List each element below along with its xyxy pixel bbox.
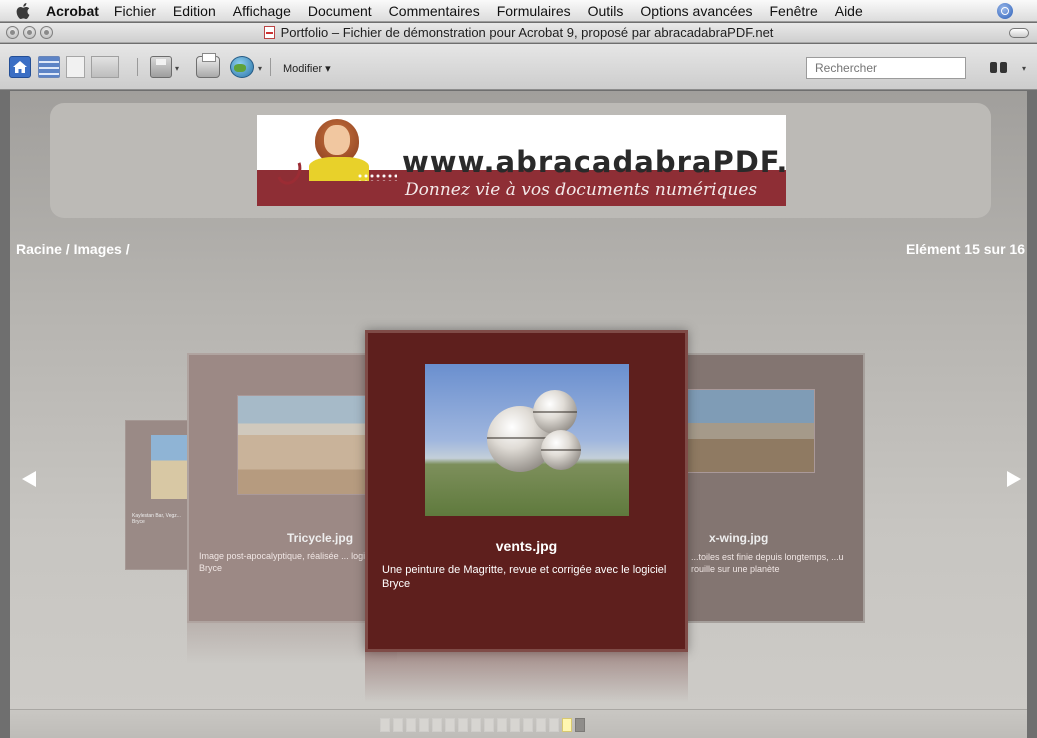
apple-icon[interactable] bbox=[0, 2, 46, 19]
page-dot[interactable] bbox=[458, 718, 468, 732]
layout-page-button[interactable] bbox=[66, 56, 85, 78]
sparkle-icon bbox=[357, 173, 397, 181]
share-dropdown-arrow[interactable]: ▾ bbox=[258, 64, 262, 86]
sphere-shape bbox=[533, 390, 577, 434]
menu-outils[interactable]: Outils bbox=[588, 3, 624, 19]
page-dot[interactable] bbox=[406, 718, 416, 732]
page-dot[interactable] bbox=[497, 718, 507, 732]
home-button[interactable] bbox=[9, 56, 31, 78]
page-dot[interactable] bbox=[510, 718, 520, 732]
share-button[interactable] bbox=[230, 56, 254, 78]
pdf-document-icon bbox=[263, 26, 275, 39]
card-reflection bbox=[365, 652, 688, 702]
file-thumbnail bbox=[237, 395, 377, 495]
layout-wide-button[interactable] bbox=[91, 56, 119, 78]
page-dot[interactable] bbox=[393, 718, 403, 732]
window-frame bbox=[1027, 91, 1037, 738]
page-dot[interactable] bbox=[484, 718, 494, 732]
page-dots bbox=[380, 718, 585, 732]
file-thumbnail bbox=[151, 435, 191, 499]
file-name: x-wing.jpg bbox=[709, 531, 769, 545]
breadcrumb[interactable]: Racine / Images / bbox=[16, 241, 130, 257]
page-dot[interactable] bbox=[549, 718, 559, 732]
toolbar: ▾ ▾ Modifier ▾ ▾ bbox=[0, 44, 1037, 90]
previous-arrow-icon[interactable] bbox=[22, 471, 36, 487]
menu-edition[interactable]: Edition bbox=[173, 3, 216, 19]
save-button[interactable] bbox=[150, 56, 172, 78]
menu-commentaires[interactable]: Commentaires bbox=[389, 3, 480, 19]
menu-affichage[interactable]: Affichage bbox=[233, 3, 291, 19]
search-options-arrow[interactable]: ▾ bbox=[1022, 64, 1026, 73]
window-titlebar: Portfolio – Fichier de démonstration pou… bbox=[0, 23, 1037, 43]
modify-menu-button[interactable]: Modifier ▾ bbox=[283, 62, 331, 75]
page-dot[interactable] bbox=[380, 718, 390, 732]
menu-fenetre[interactable]: Fenêtre bbox=[769, 3, 817, 19]
menu-bar: Acrobat Fichier Edition Affichage Docume… bbox=[0, 0, 1037, 22]
file-card-x-wing[interactable]: x-wing.jpg ...toiles est finie depuis lo… bbox=[665, 353, 865, 623]
page-indicator-strip bbox=[10, 709, 1027, 738]
page-dot[interactable] bbox=[471, 718, 481, 732]
menu-formulaires[interactable]: Formulaires bbox=[497, 3, 571, 19]
binoculars-icon[interactable] bbox=[990, 60, 1008, 74]
file-description: Image post-apocalyptique, réalisée ... l… bbox=[199, 551, 379, 573]
layout-grid-button[interactable] bbox=[38, 56, 60, 78]
portfolio-header: www.abracadabraPDF.net Donnez vie à vos … bbox=[50, 103, 991, 218]
file-thumbnail bbox=[685, 389, 815, 473]
file-description: Une peinture de Magritte, revue et corri… bbox=[382, 564, 667, 590]
file-description: Kaylestan Bar, Vegz... Bryce bbox=[132, 513, 181, 525]
window-title-text: Portfolio – Fichier de démonstration pou… bbox=[280, 25, 774, 40]
page-dot[interactable] bbox=[575, 718, 585, 732]
toolbar-separator bbox=[137, 58, 138, 76]
window-title: Portfolio – Fichier de démonstration pou… bbox=[0, 25, 1037, 40]
file-thumbnail bbox=[425, 364, 629, 516]
next-arrow-icon[interactable] bbox=[1007, 471, 1021, 487]
print-button[interactable] bbox=[196, 53, 220, 78]
abracadabra-banner-logo[interactable]: www.abracadabraPDF.net Donnez vie à vos … bbox=[257, 115, 786, 206]
page-dot-current[interactable] bbox=[562, 718, 572, 732]
menu-document[interactable]: Document bbox=[308, 3, 372, 19]
home-icon bbox=[13, 61, 27, 73]
banner-url: www.abracadabraPDF.net bbox=[402, 145, 786, 179]
banner-character-face bbox=[324, 125, 350, 155]
menu-aide[interactable]: Aide bbox=[835, 3, 863, 19]
file-card-far-left[interactable]: Kaylestan Bar, Vegz... Bryce bbox=[125, 420, 195, 570]
save-dropdown-arrow[interactable]: ▾ bbox=[175, 64, 179, 86]
spotlight-icon[interactable] bbox=[997, 3, 1013, 19]
toolbar-separator bbox=[270, 58, 271, 76]
menu-fichier[interactable]: Fichier bbox=[114, 3, 156, 19]
item-counter: Elément 15 sur 16 bbox=[905, 241, 1025, 257]
page-dot[interactable] bbox=[432, 718, 442, 732]
menu-app-acrobat[interactable]: Acrobat bbox=[46, 3, 99, 19]
window-frame bbox=[0, 91, 10, 738]
banner-tagline: Donnez vie à vos documents numériques bbox=[405, 180, 758, 200]
page-dot[interactable] bbox=[445, 718, 455, 732]
file-name: vents.jpg bbox=[495, 538, 558, 554]
file-card-vents-selected[interactable]: vents.jpg Une peinture de Magritte, revu… bbox=[365, 330, 688, 652]
sphere-shape bbox=[541, 430, 581, 470]
menu-options-avancees[interactable]: Options avancées bbox=[640, 3, 752, 19]
page-dot[interactable] bbox=[536, 718, 546, 732]
page-dot[interactable] bbox=[419, 718, 429, 732]
file-description: ...toiles est finie depuis longtemps, ..… bbox=[691, 552, 844, 574]
page-dot[interactable] bbox=[523, 718, 533, 732]
toolbar-toggle-button[interactable] bbox=[1009, 28, 1029, 38]
portfolio-content: www.abracadabraPDF.net Donnez vie à vos … bbox=[10, 91, 1027, 709]
search-input[interactable] bbox=[806, 57, 966, 79]
file-name: Tricycle.jpg bbox=[287, 531, 354, 545]
